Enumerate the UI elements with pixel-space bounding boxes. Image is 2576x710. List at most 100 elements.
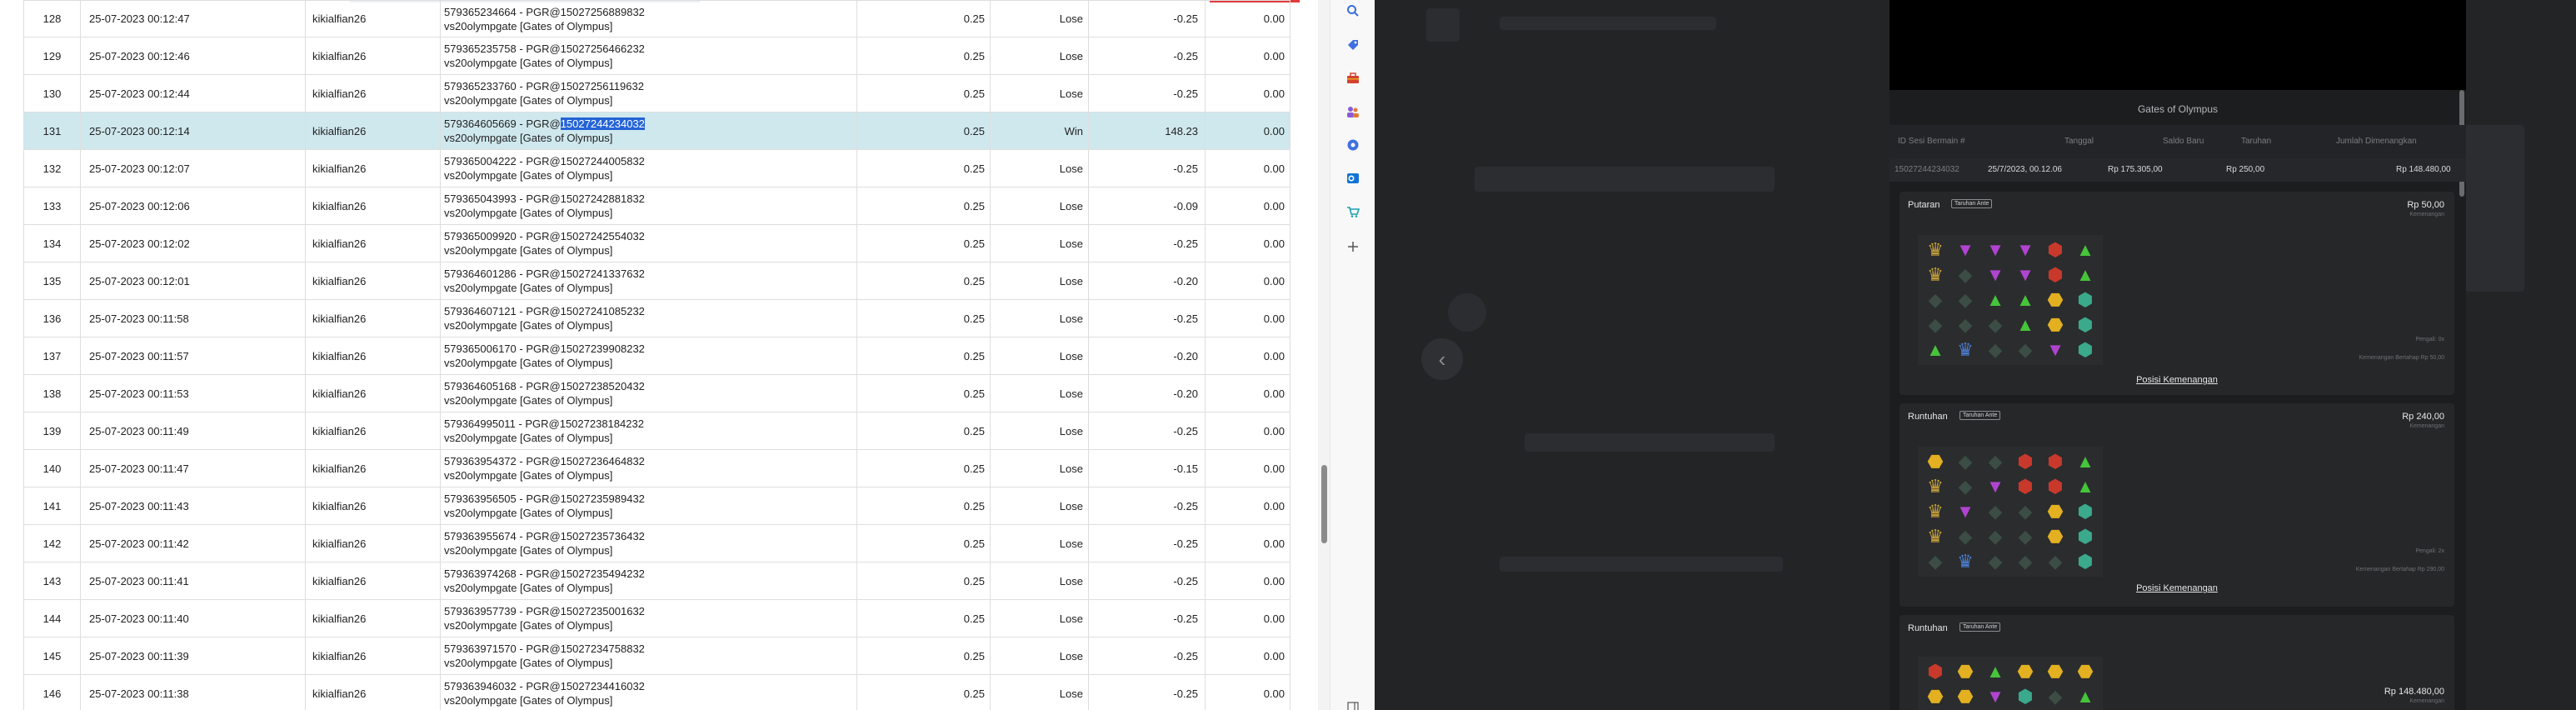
table-row[interactable]: 129 25-07-2023 00:12:46 kikialfian26 579365… — [23, 37, 1290, 75]
sidebar-toggle-icon[interactable] — [1345, 698, 1361, 710]
transaction-id-line: 579365009920 - PGR@15027242554032 — [444, 229, 851, 243]
result-cell: Win — [990, 112, 1089, 150]
description-cell[interactable]: 579365043993 - PGR@15027242881832 vs20oly… — [440, 187, 857, 225]
red-gem-icon: ⬢ — [2017, 476, 2034, 497]
crown-symbol-icon: ♛ — [1927, 264, 1944, 285]
description-cell[interactable]: 579364605669 - PGR@15027244234032 vs20oly… — [440, 112, 857, 150]
transaction-id-line: 579363971570 - PGR@15027234758832 — [444, 642, 851, 656]
table-row[interactable]: 140 25-07-2023 00:11:47 kikialfian26 579363… — [23, 449, 1290, 488]
gear-circle-icon[interactable] — [1345, 137, 1361, 153]
description-cell[interactable]: 579365235758 - PGR@15027256466232 vs20oly… — [440, 37, 857, 75]
table-row[interactable]: 139 25-07-2023 00:11:49 kikialfian26 579364… — [23, 412, 1290, 450]
purple-gem-icon: ▼ — [1986, 476, 2004, 497]
round-amount: Rp 240,00 — [2402, 412, 2444, 422]
table-row[interactable]: 141 25-07-2023 00:11:43 kikialfian26 579363… — [23, 487, 1290, 525]
row-number-cell: 142 — [23, 524, 81, 562]
description-cell[interactable]: 579364605168 - PGR@15027238520432 vs20oly… — [440, 374, 857, 412]
date-cell: 25-07-2023 00:11:49 — [80, 412, 306, 450]
description-cell[interactable]: 579363955674 - PGR@15027235736432 vs20oly… — [440, 524, 857, 562]
balance-cell: 0.00 — [1205, 524, 1290, 562]
table-row[interactable]: 130 25-07-2023 00:12:44 kikialfian26 579365… — [23, 74, 1290, 112]
table-row[interactable]: 132 25-07-2023 00:12:07 kikialfian26 579365… — [23, 149, 1290, 188]
description-cell[interactable]: 579365233760 - PGR@15027256119632 vs20oly… — [440, 74, 857, 112]
date-cell: 25-07-2023 00:12:14 — [80, 112, 306, 150]
table-row[interactable]: 136 25-07-2023 00:11:58 kikialfian26 579364… — [23, 299, 1290, 338]
cart-icon[interactable] — [1345, 203, 1361, 220]
tag-icon[interactable] — [1345, 37, 1361, 53]
date-cell: 25-07-2023 00:11:53 — [80, 374, 306, 412]
description-cell[interactable]: 579365234664 - PGR@15027256889832 vs20oly… — [440, 0, 857, 38]
table-row[interactable]: 142 25-07-2023 00:11:42 kikialfian26 579363… — [23, 524, 1290, 562]
green-gem-icon: ▲ — [2016, 314, 2034, 335]
description-cell[interactable]: 579365006170 - PGR@15027239908232 vs20oly… — [440, 337, 857, 375]
previous-arrow-button[interactable]: ‹ — [1421, 338, 1463, 380]
purple-gem-icon: ▼ — [2016, 264, 2034, 285]
date-cell: 25-07-2023 00:11:40 — [80, 599, 306, 638]
description-cell[interactable]: 579364995011 - PGR@15027238184232 vs20oly… — [440, 412, 857, 450]
description-cell[interactable]: 579363946032 - PGR@15027234416032 vs20oly… — [440, 674, 857, 710]
search-icon[interactable] — [1345, 2, 1361, 19]
description-cell[interactable]: 579365004222 - PGR@15027244005832 vs20oly… — [440, 149, 857, 188]
description-cell[interactable]: 579363954372 - PGR@15027236464832 vs20oly… — [440, 449, 857, 488]
symbol-grid: ♛ ▼ ▼ ▼ ⬢ ▲ ♛ ◆ ▼ ▼ ⬢ ▲ ◆ ◆ ▲ ▲ ⬣ ⬢ ◆ ◆ ◆ ▲ ⬣ ⬢ ▲ ♛ ◆ ◆ ▼ ⬢ — [1918, 235, 2103, 365]
game-name-line: vs20olympgate [Gates of Olympus] — [444, 357, 613, 369]
green-gem-icon: ▲ — [2076, 451, 2094, 472]
amount-cell: -0.25 — [1088, 224, 1206, 262]
description-cell[interactable]: 579364607121 - PGR@15027241085232 vs20oly… — [440, 299, 857, 338]
amount-cell: 148.23 — [1088, 112, 1206, 150]
description-cell[interactable]: 579363974268 - PGR@15027235494232 vs20oly… — [440, 562, 857, 600]
description-cell[interactable]: 579365009920 - PGR@15027242554032 vs20oly… — [440, 224, 857, 262]
balance-cell: 0.00 — [1205, 337, 1290, 375]
username-cell: kikialfian26 — [305, 112, 441, 150]
balance-cell: 0.00 — [1205, 112, 1290, 150]
description-cell[interactable]: 579363971570 - PGR@15027234758832 vs20oly… — [440, 637, 857, 675]
balance-cell: 0.00 — [1205, 599, 1290, 638]
faded-symbol-icon: ◆ — [2018, 501, 2033, 522]
amount-cell: -0.25 — [1088, 74, 1206, 112]
crown-symbol-icon: ♛ — [1927, 239, 1944, 260]
session-id-value: 15027244234032 — [1895, 165, 1959, 174]
faded-symbol-icon: ◆ — [1988, 551, 2003, 572]
teal-gem-icon: ⬢ — [2077, 551, 2094, 572]
bet-cell: 0.25 — [856, 74, 991, 112]
table-row[interactable]: 146 25-07-2023 00:11:38 kikialfian26 579363… — [23, 674, 1290, 710]
description-cell[interactable]: 579363957739 - PGR@15027235001632 vs20oly… — [440, 599, 857, 638]
username-cell: kikialfian26 — [305, 674, 441, 710]
table-row[interactable]: 145 25-07-2023 00:11:39 kikialfian26 579363… — [23, 637, 1290, 675]
table-row[interactable]: 128 25-07-2023 00:12:47 kikialfian26 579365… — [23, 0, 1290, 38]
plus-icon[interactable] — [1345, 238, 1361, 255]
faded-symbol-icon: ◆ — [2018, 339, 2033, 360]
table-row[interactable]: 144 25-07-2023 00:11:40 kikialfian26 579363… — [23, 599, 1290, 638]
outlook-icon[interactable] — [1345, 170, 1361, 187]
background-ghost — [1500, 17, 1716, 30]
winning-positions-link[interactable]: Posisi Kemenangan — [1900, 583, 2454, 593]
transaction-id-line: 579364607121 - PGR@15027241085232 — [444, 304, 851, 318]
username-cell: kikialfian26 — [305, 449, 441, 488]
table-row[interactable]: 143 25-07-2023 00:11:41 kikialfian26 579363… — [23, 562, 1290, 600]
description-cell[interactable]: 579363956505 - PGR@15027235989432 vs20oly… — [440, 487, 857, 525]
bet-cell: 0.25 — [856, 524, 991, 562]
amount-cell: -0.25 — [1088, 487, 1206, 525]
table-scrollbar[interactable] — [1318, 0, 1330, 710]
username-cell: kikialfian26 — [305, 37, 441, 75]
round-card: Runtuhan Taruhan Ante Rp 148.480,00 Keme… — [1900, 615, 2454, 710]
table-row[interactable]: 138 25-07-2023 00:11:53 kikialfian26 579364… — [23, 374, 1290, 412]
table-scrollbar-thumb[interactable] — [1321, 465, 1327, 543]
row-number-cell: 135 — [23, 262, 81, 300]
side-tool-strip — [1330, 0, 1375, 710]
table-row[interactable]: 137 25-07-2023 00:11:57 kikialfian26 579365… — [23, 337, 1290, 375]
table-row[interactable]: 134 25-07-2023 00:12:02 kikialfian26 579365… — [23, 224, 1290, 262]
table-row[interactable]: 131 25-07-2023 00:12:14 kikialfian26 579364… — [23, 112, 1290, 150]
balance-cell: 0.00 — [1205, 562, 1290, 600]
game-video-area — [1890, 0, 2466, 90]
table-row[interactable]: 135 25-07-2023 00:12:01 kikialfian26 579364… — [23, 262, 1290, 300]
table-row[interactable]: 133 25-07-2023 00:12:06 kikialfian26 579365… — [23, 187, 1290, 225]
winning-positions-link[interactable]: Posisi Kemenangan — [1900, 375, 2454, 385]
teal-gem-icon: ⬢ — [2077, 526, 2094, 547]
people-icon[interactable] — [1345, 103, 1361, 120]
row-number-cell: 134 — [23, 224, 81, 262]
toolbox-icon[interactable] — [1345, 70, 1361, 87]
game-history-panel: Gates of Olympus ID Sesi Bermain # Tangg… — [1890, 0, 2466, 710]
background-ghost — [1448, 293, 1486, 332]
description-cell[interactable]: 579364601286 - PGR@15027241337632 vs20oly… — [440, 262, 857, 300]
